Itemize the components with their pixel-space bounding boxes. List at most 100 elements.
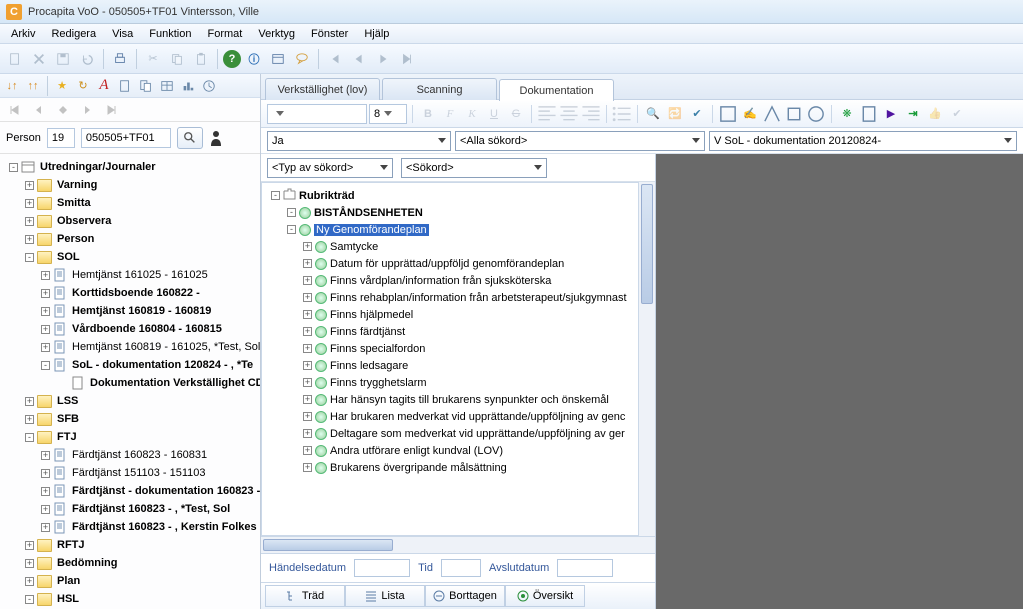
expand-icon[interactable]: + <box>303 327 312 336</box>
rubrik-row[interactable]: +Finns ledsagare <box>268 357 636 374</box>
expand-icon[interactable]: + <box>25 541 34 550</box>
expand-icon[interactable]: - <box>287 208 296 217</box>
expand-icon[interactable]: + <box>303 310 312 319</box>
rubrik-row[interactable]: +Har hänsyn tagits till brukarens synpun… <box>268 391 636 408</box>
expand-icon[interactable]: + <box>25 397 34 406</box>
font-family-combo[interactable] <box>267 104 367 124</box>
expand-icon[interactable]: + <box>25 217 34 226</box>
rubrik-row[interactable]: -BISTÅNDSENHETEN <box>268 204 636 221</box>
rubrik-row[interactable]: +Finns trygghetslarm <box>268 374 636 391</box>
tab-verkstallighet[interactable]: Verkställighet (lov) <box>265 78 380 100</box>
expand-icon[interactable]: + <box>41 523 50 532</box>
rubrik-row[interactable]: +Finns rehabplan/information från arbets… <box>268 289 636 306</box>
expand-icon[interactable]: + <box>41 325 50 334</box>
journal-tree[interactable]: -Utredningar/Journaler+Varning+Smitta+Ob… <box>0 154 260 609</box>
undo-icon[interactable] <box>76 48 98 70</box>
menu-fonster[interactable]: Fönster <box>304 26 355 42</box>
tree-row[interactable]: +Hemtjänst 160819 - 161025, *Test, Sol <box>6 338 260 356</box>
tab-dokumentation[interactable]: Dokumentation <box>499 79 614 101</box>
tree-row[interactable]: +Hemtjänst 160819 - 160819 <box>6 302 260 320</box>
expand-icon[interactable]: + <box>41 289 50 298</box>
clock-icon[interactable] <box>199 76 219 96</box>
search-button[interactable] <box>177 127 203 149</box>
person-num-input[interactable] <box>47 128 75 148</box>
paste-icon[interactable] <box>190 48 212 70</box>
expand-icon[interactable]: + <box>303 361 312 370</box>
ja-combo[interactable]: Ja <box>267 131 451 151</box>
align-right-icon[interactable] <box>581 104 601 124</box>
gear-icon[interactable]: ❋ <box>837 104 857 124</box>
rubrik-row[interactable]: +Andra utförare enligt kundval (LOV) <box>268 442 636 459</box>
replace-icon[interactable]: 🔁 <box>665 104 685 124</box>
expand-icon[interactable]: + <box>303 429 312 438</box>
star-icon[interactable]: ★ <box>52 76 72 96</box>
expand-icon[interactable]: + <box>303 378 312 387</box>
expand-icon[interactable]: + <box>25 181 34 190</box>
nav-first-icon[interactable] <box>6 101 24 119</box>
expand-icon[interactable]: - <box>41 361 50 370</box>
rubrik-tree[interactable]: -Rubrikträd-BISTÅNDSENHETEN-Ny Genomföra… <box>261 182 655 536</box>
btab-oversikt[interactable]: Översikt <box>505 585 585 607</box>
tree-row[interactable]: +Smitta <box>6 194 260 212</box>
tree-row[interactable]: +Observera <box>6 212 260 230</box>
vertical-scrollbar[interactable] <box>638 182 655 536</box>
rubrik-row[interactable]: +Finns vårdplan/information från sjukskö… <box>268 272 636 289</box>
rubrik-row[interactable]: +Brukarens övergripande målsättning <box>268 459 636 476</box>
tree-row[interactable]: +Vårdboende 160804 - 160815 <box>6 320 260 338</box>
expand-icon[interactable]: + <box>25 235 34 244</box>
expand-icon[interactable]: + <box>41 469 50 478</box>
btab-trad[interactable]: Träd <box>265 585 345 607</box>
tab-scanning[interactable]: Scanning <box>382 78 497 100</box>
next-icon[interactable] <box>372 48 394 70</box>
menu-format[interactable]: Format <box>201 26 250 42</box>
expand-icon[interactable]: + <box>303 446 312 455</box>
tree-row[interactable]: +Varning <box>6 176 260 194</box>
copy-icon[interactable] <box>166 48 188 70</box>
tree-row[interactable]: -SOL <box>6 248 260 266</box>
expand-icon[interactable]: + <box>303 242 312 251</box>
play-icon[interactable]: ▶ <box>881 104 901 124</box>
approve-icon[interactable]: 👍 <box>925 104 945 124</box>
align-center-icon[interactable] <box>559 104 579 124</box>
align-left-icon[interactable] <box>537 104 557 124</box>
expand-icon[interactable]: + <box>41 451 50 460</box>
expand-icon[interactable]: + <box>41 343 50 352</box>
menu-verktyg[interactable]: Verktyg <box>251 26 302 42</box>
help-icon[interactable]: ? <box>223 50 241 68</box>
tree-row[interactable]: +Färdtjänst 160823 - , *Test, Sol <box>6 500 260 518</box>
alla-sokord-combo[interactable]: <Alla sökord> <box>455 131 705 151</box>
nav-last-icon[interactable] <box>102 101 120 119</box>
expand-icon[interactable]: - <box>25 595 34 604</box>
tool4-icon[interactable] <box>784 104 804 124</box>
rubrik-row[interactable]: +Finns hjälpmedel <box>268 306 636 323</box>
tid-input[interactable] <box>441 559 481 577</box>
rubrik-row[interactable]: -Ny Genomförandeplan <box>268 221 636 238</box>
horizontal-scrollbar[interactable] <box>261 536 655 553</box>
expand-icon[interactable]: - <box>9 163 18 172</box>
refresh-icon[interactable]: ↻ <box>73 76 93 96</box>
avslutdatum-input[interactable] <box>557 559 613 577</box>
expand-icon[interactable]: + <box>25 577 34 586</box>
tree-row[interactable]: -FTJ <box>6 428 260 446</box>
tree-row[interactable]: -SoL - dokumentation 120824 - , *Te <box>6 356 260 374</box>
menu-visa[interactable]: Visa <box>105 26 140 42</box>
expand-icon[interactable]: + <box>303 259 312 268</box>
table-icon[interactable] <box>157 76 177 96</box>
tree-row[interactable]: +Plan <box>6 572 260 590</box>
tree-row[interactable]: +Person <box>6 230 260 248</box>
tree-row[interactable]: +LSS <box>6 392 260 410</box>
expand-icon[interactable]: + <box>303 463 312 472</box>
first-icon[interactable] <box>324 48 346 70</box>
nav-prev-icon[interactable] <box>30 101 48 119</box>
tool-left-icon[interactable]: ↓↑ <box>2 76 22 96</box>
person-id-input[interactable] <box>81 128 171 148</box>
font-size-combo[interactable]: 8 <box>369 104 407 124</box>
tree-row[interactable]: -HSL <box>6 590 260 608</box>
expand-icon[interactable]: - <box>25 433 34 442</box>
nav-diamond-icon[interactable] <box>54 101 72 119</box>
cut-icon[interactable]: ✂ <box>142 48 164 70</box>
expand-icon[interactable]: + <box>303 293 312 302</box>
expand-icon[interactable]: + <box>303 412 312 421</box>
strike-icon[interactable]: G <box>506 104 526 124</box>
speech-icon[interactable] <box>291 48 313 70</box>
